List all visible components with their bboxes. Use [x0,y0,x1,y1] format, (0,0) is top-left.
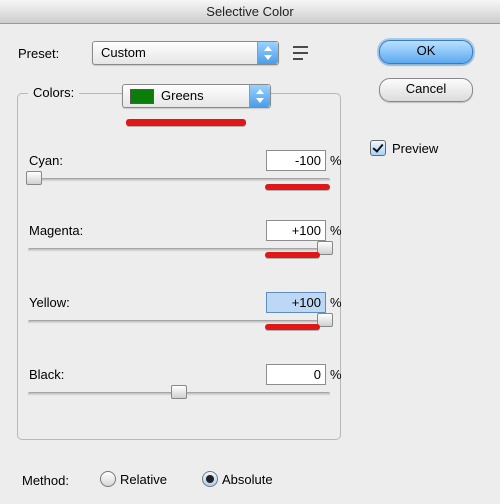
cancel-button[interactable]: Cancel [379,78,473,102]
colors-select[interactable]: Greens [122,84,271,108]
colors-label: Colors: [28,85,79,100]
chevron-updown-icon [257,42,278,64]
yellow-unit: % [330,295,342,310]
preset-select[interactable]: Custom [92,41,279,65]
preset-label: Preset: [18,46,59,61]
cyan-label: Cyan: [29,153,63,168]
window-title: Selective Color [0,0,500,24]
dialog-content: Preset: Custom OK Cancel Preview Colors:… [0,23,500,504]
cyan-slider-track[interactable] [28,178,330,182]
radio-icon [202,471,218,487]
cyan-unit: % [330,153,342,168]
method-relative-label: Relative [120,472,167,487]
preset-menu-icon[interactable] [293,46,308,60]
black-label: Black: [29,367,64,382]
magenta-label: Magenta: [29,223,83,238]
method-absolute-option[interactable]: Absolute [202,471,273,487]
black-unit: % [330,367,342,382]
yellow-label: Yellow: [29,295,70,310]
method-relative-option[interactable]: Relative [100,471,167,487]
preset-value: Custom [101,45,146,60]
preview-label: Preview [392,141,438,156]
colors-value: Greens [161,88,204,103]
preview-checkbox[interactable] [370,140,386,156]
method-label: Method: [22,473,69,488]
chevron-updown-icon [249,85,270,107]
ok-button[interactable]: OK [379,40,473,64]
cyan-input[interactable] [266,150,326,171]
black-slider-thumb[interactable] [171,385,187,399]
annotation-mark [265,184,330,190]
cyan-slider-thumb[interactable] [26,171,42,185]
method-absolute-label: Absolute [222,472,273,487]
color-swatch-icon [130,89,154,104]
annotation-mark [265,252,320,258]
preview-row: Preview [370,140,438,156]
black-input[interactable] [266,364,326,385]
yellow-input[interactable] [266,292,326,313]
magenta-input[interactable] [266,220,326,241]
radio-icon [100,471,116,487]
annotation-mark [126,119,246,126]
magenta-unit: % [330,223,342,238]
annotation-mark [265,324,320,330]
